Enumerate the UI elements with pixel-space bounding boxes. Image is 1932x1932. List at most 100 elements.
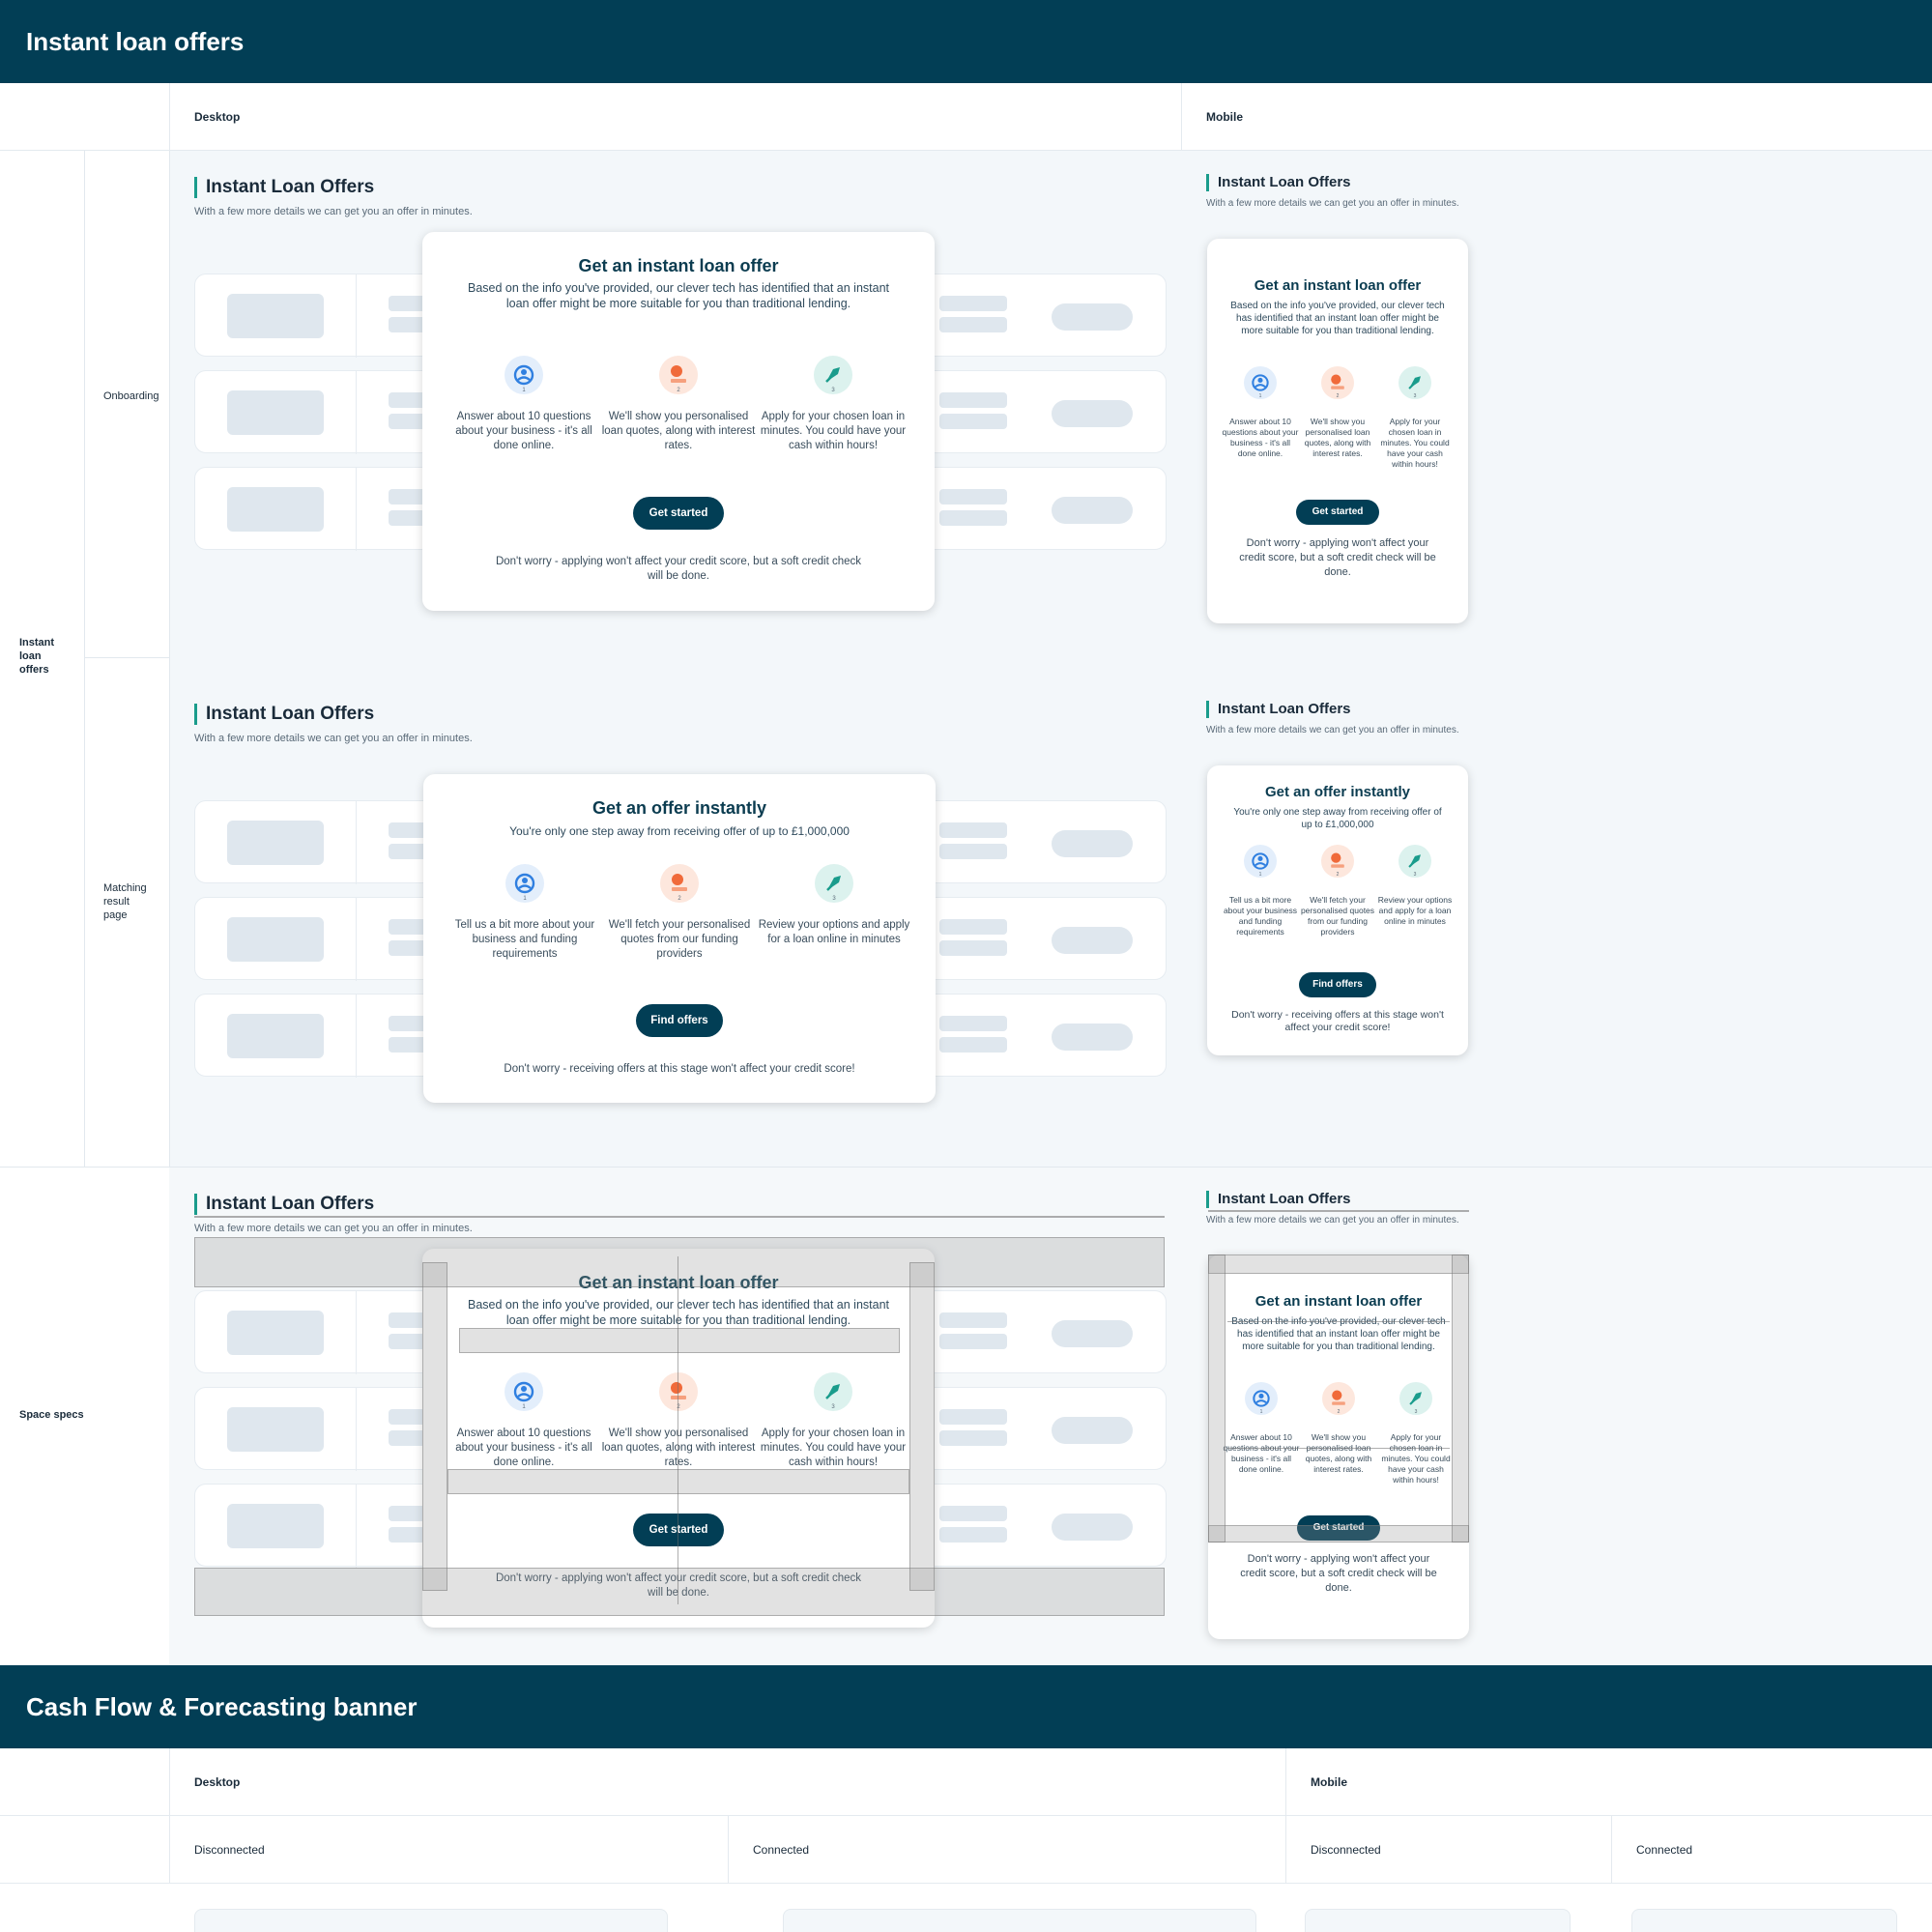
step-1-text: Tell us a bit more about your business a… (454, 919, 595, 960)
frame-title: Instant Loan Offers (1206, 701, 1351, 718)
step-1-text: Tell us a bit more about your business a… (1223, 895, 1298, 937)
frame-title: Instant Loan Offers (194, 704, 374, 725)
loan-quote-icon: 2 (1321, 845, 1354, 878)
step-2-text: We'll show you personalised loan quotes,… (601, 411, 756, 451)
modal-title: Get an instant loan offer (1254, 277, 1422, 294)
find-offers-button[interactable]: Find offers (1299, 972, 1376, 997)
frame-subtitle: With a few more details we can get you a… (194, 206, 473, 217)
cash-flow-banner-card (1305, 1909, 1571, 1932)
step-2: 2 We'll show you personalised loan quote… (601, 356, 756, 462)
frame-title: Instant Loan Offers (194, 177, 374, 198)
get-started-button[interactable]: Get started (633, 1514, 724, 1546)
loan-quote-icon: 2 (660, 864, 699, 903)
spacing-guide (1227, 1448, 1450, 1449)
user-circle-icon: 1 (505, 1372, 543, 1411)
row-label-onboarding: Onboarding (103, 390, 159, 402)
state-header-mobile-disconnected: Disconnected (1285, 1816, 1611, 1883)
modal-title: Get an offer instantly (591, 798, 767, 818)
modal-footer-note: Don't worry - applying won't affect your… (1240, 1553, 1437, 1594)
mobile-frame-matching: Instant Loan Offers With a few more deta… (1206, 701, 1467, 759)
group-label-instant-loan-offers: Instant loan offers (19, 637, 55, 676)
frame-title: Instant Loan Offers (194, 1194, 374, 1215)
user-circle-icon: 1 (505, 356, 543, 394)
spacing-overlay (1208, 1525, 1469, 1543)
step-3-text: Apply for your chosen loan in minutes. Y… (1381, 1432, 1451, 1485)
loan-quote-icon: 2 (659, 356, 698, 394)
step-1: 1 Answer about 10 questions about your b… (447, 356, 601, 462)
state-header-mobile-connected: Connected (1611, 1816, 1932, 1883)
step-3-text: Apply for your chosen loan in minutes. Y… (760, 411, 907, 451)
get-started-button[interactable]: Get started (633, 497, 724, 530)
spacing-overlay (459, 1328, 900, 1353)
frame-subtitle: With a few more details we can get you a… (194, 1223, 473, 1234)
frame-title: Instant Loan Offers (1206, 174, 1351, 191)
find-offers-button[interactable]: Find offers (636, 1004, 723, 1037)
instant-loan-modal-mobile-spec: Get an instant loan offer Based on the i… (1208, 1254, 1469, 1639)
step-1: 1 Tell us a bit more about your business… (447, 864, 602, 980)
spacing-overlay (909, 1262, 935, 1591)
user-circle-icon: 1 (1244, 845, 1277, 878)
rocket-icon: 3 (815, 864, 853, 903)
step-3: 3 Apply for your chosen loan in minutes.… (1377, 1382, 1455, 1508)
modal-footer-note: Don't worry - receiving offers at this s… (1231, 1009, 1444, 1033)
column-header-mobile: Mobile (1181, 83, 1932, 150)
step-1: 1 Answer about 10 questions about your b… (1222, 366, 1299, 492)
step-1: 1 Answer about 10 questions about your b… (447, 1372, 601, 1479)
spacing-overlay (194, 1237, 1165, 1287)
section-banner-cash-flow: Cash Flow & Forecasting banner (0, 1665, 1932, 1748)
step-3-text: Review your options and apply for a loan… (758, 919, 910, 945)
column-header-mobile: Mobile (1285, 1748, 1932, 1815)
spacing-overlay (1208, 1254, 1226, 1543)
modal-body: Based on the info you've provided, our c… (1230, 301, 1445, 336)
cash-flow-banner-card (194, 1909, 668, 1932)
rocket-icon: 3 (1399, 1382, 1432, 1415)
step-2: 2 We'll show you personalised loan quote… (1300, 1382, 1377, 1508)
step-3: 3 Apply for your chosen loan in minutes.… (1376, 366, 1454, 492)
frame-subtitle: With a few more details we can get you a… (1206, 725, 1459, 735)
user-circle-icon: 1 (505, 864, 544, 903)
state-header-desktop-connected: Connected (728, 1816, 1285, 1883)
spacing-guide (1208, 1210, 1469, 1212)
step-3-text: Review your options and apply for a loan… (1377, 895, 1453, 926)
get-started-button[interactable]: Get started (1296, 500, 1379, 525)
step-3: 3 Apply for your chosen loan in minutes.… (756, 356, 910, 462)
frame-title: Instant Loan Offers (1206, 1191, 1351, 1208)
spacing-overlay (422, 1262, 447, 1591)
modal-body: Based on the info you've provided, our c… (468, 1298, 889, 1327)
column-header-row: Desktop Mobile (0, 1748, 1932, 1816)
modal-title: Get an offer instantly (1264, 784, 1411, 800)
offer-instantly-modal-desktop: Get an offer instantly You're only one s… (423, 774, 936, 1103)
spacing-guide (194, 1216, 1165, 1218)
column-header-desktop: Desktop (169, 83, 1181, 150)
step-2: 2 We'll show you personalised loan quote… (1299, 366, 1376, 492)
step-3: 3 Apply for your chosen loan in minutes.… (756, 1372, 910, 1479)
instant-loan-modal-desktop: Get an instant loan offer Based on the i… (422, 232, 935, 611)
instant-loan-modal-mobile: Get an instant loan offer Based on the i… (1207, 239, 1468, 623)
loan-quote-icon: 2 (1322, 1382, 1355, 1415)
rocket-icon: 3 (1399, 366, 1431, 399)
column-header-desktop: Desktop (169, 1748, 1285, 1815)
section-title: Instant loan offers (26, 27, 245, 56)
step-1-text: Answer about 10 questions about your bus… (455, 411, 592, 451)
grid-divider (84, 151, 85, 1167)
step-2-text: We'll fetch your personalised quotes fro… (608, 919, 751, 960)
user-circle-icon: 1 (1245, 1382, 1278, 1415)
step-2: 2 We'll fetch your personalised quotes f… (602, 864, 757, 980)
section-title: Cash Flow & Forecasting banner (26, 1692, 418, 1721)
frame-subtitle: With a few more details we can get you a… (1206, 1215, 1459, 1226)
spacing-guide (1227, 1321, 1450, 1322)
step-3-text: Apply for your chosen loan in minutes. Y… (1380, 417, 1450, 469)
step-2-text: We'll fetch your personalised quotes fro… (1300, 895, 1375, 937)
step-3: 3 Review your options and apply for a lo… (1376, 845, 1454, 961)
step-2: 2 We'll fetch your personalised quotes f… (1299, 845, 1376, 961)
loan-quote-icon: 2 (659, 1372, 698, 1411)
spacing-overlay (1208, 1254, 1469, 1274)
modal-body: You're only one step away from receiving… (1233, 807, 1442, 830)
mobile-frame-space-specs: Instant Loan Offers With a few more deta… (1206, 1191, 1469, 1249)
modal-footer-note: Don't worry - receiving offers at this s… (504, 1063, 855, 1075)
spacing-overlay (194, 1568, 1165, 1616)
section-banner-instant-loan-offers: Instant loan offers (0, 0, 1932, 83)
step-2: 2 We'll show you personalised loan quote… (601, 1372, 756, 1479)
state-header-desktop-disconnected: Disconnected (169, 1816, 728, 1883)
spacing-overlay (447, 1469, 909, 1494)
